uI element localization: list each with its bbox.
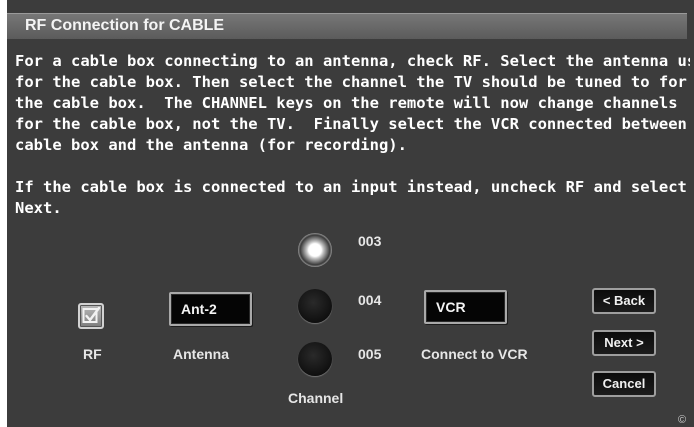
vcr-label: Connect to VCR: [421, 346, 528, 362]
copyright-icon: ©: [678, 414, 687, 426]
rf-label: RF: [83, 346, 102, 362]
channel-radio-004[interactable]: [298, 289, 332, 323]
antenna-label: Antenna: [173, 346, 229, 362]
cancel-button[interactable]: Cancel: [592, 371, 656, 397]
channel-radio-003[interactable]: [298, 233, 332, 267]
vcr-select[interactable]: VCR: [424, 290, 507, 324]
channel-radio-005[interactable]: [298, 342, 332, 376]
back-button[interactable]: < Back: [592, 288, 656, 314]
rf-checkbox[interactable]: [78, 303, 104, 329]
description-line-8: Next.: [15, 199, 62, 217]
description-line-4: for the cable box, not the TV. Finally s…: [15, 115, 690, 133]
vcr-value: VCR: [436, 299, 466, 315]
channel-option-003: 003: [358, 233, 382, 249]
description-text: For a cable box connecting to an antenna…: [15, 51, 690, 219]
title-bar: RF Connection for CABLE: [7, 13, 687, 39]
antenna-select[interactable]: Ant-2: [169, 292, 252, 326]
channel-option-004: 004: [358, 292, 382, 308]
description-line-5: cable box and the antenna (for recording…: [15, 136, 407, 154]
description-line-2: for the cable box. Then select the chann…: [15, 73, 687, 91]
channel-label: Channel: [288, 390, 344, 406]
channel-option-005: 005: [358, 346, 382, 362]
next-button[interactable]: Next >: [592, 330, 656, 356]
description-line-1: For a cable box connecting to an antenna…: [15, 52, 690, 70]
antenna-value: Ant-2: [181, 301, 217, 317]
description-line-3: the cable box. The CHANNEL keys on the r…: [15, 94, 678, 112]
window-title: RF Connection for CABLE: [25, 17, 225, 34]
checkmark-icon: [82, 306, 101, 323]
description-line-7: If the cable box is connected to an inpu…: [15, 178, 687, 196]
